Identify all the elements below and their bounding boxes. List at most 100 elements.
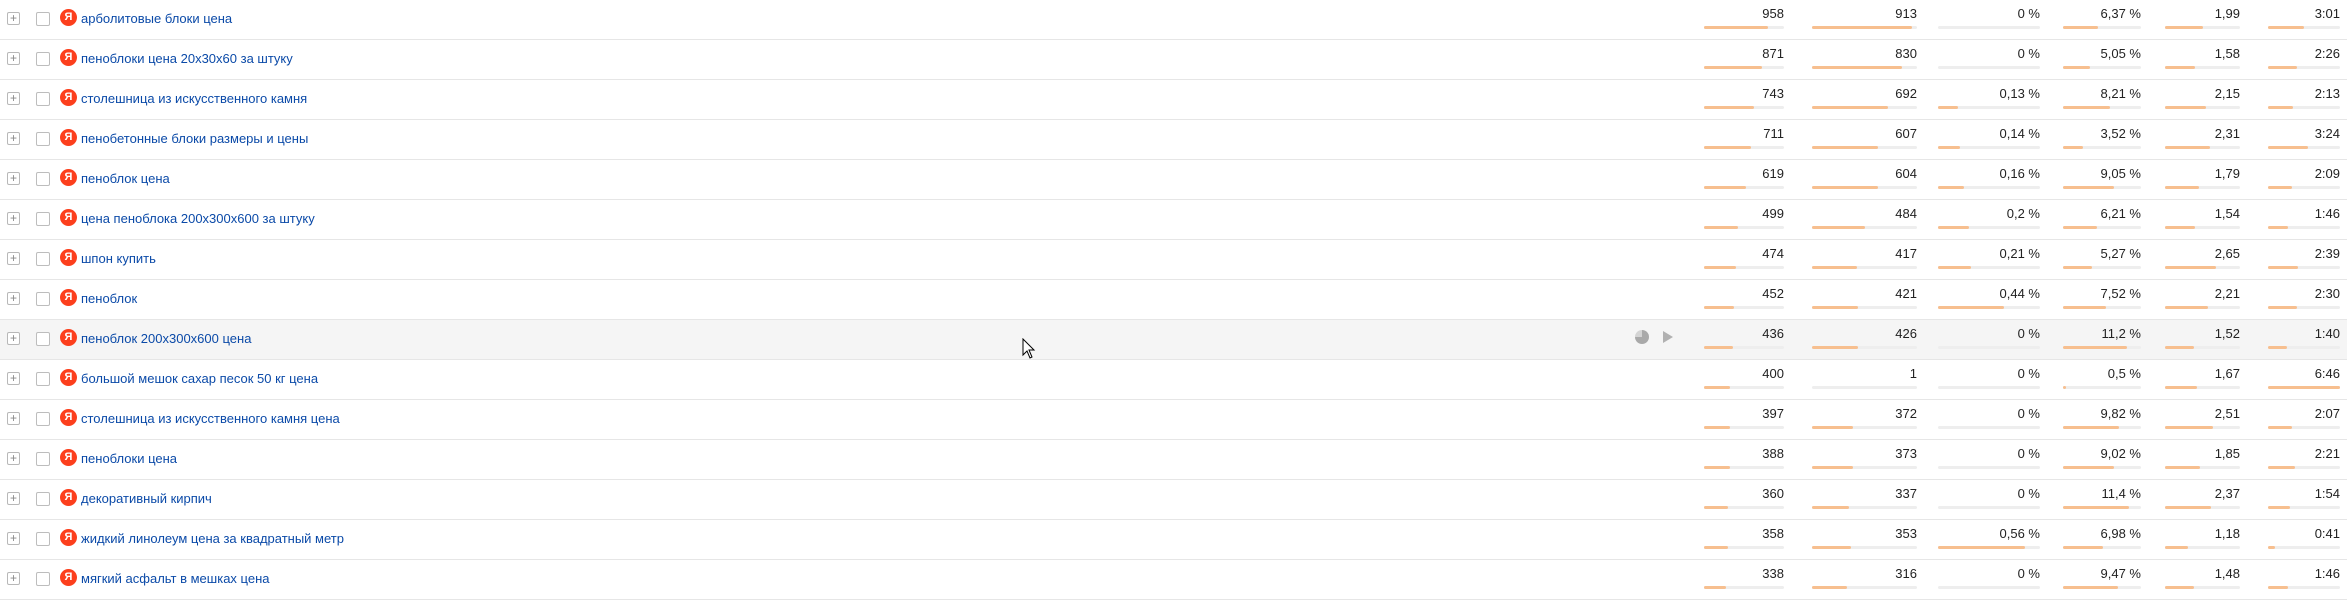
play-icon[interactable] xyxy=(1663,331,1673,343)
col5-bar xyxy=(2165,306,2208,309)
col3-cell: 0 % xyxy=(1938,400,2040,440)
col3-bar xyxy=(1938,226,1969,229)
expand-row-button[interactable]: + xyxy=(7,492,20,505)
col5-value: 1,18 xyxy=(2214,526,2240,541)
table-row[interactable]: + Я мягкий асфальт в мешках цена 338 316… xyxy=(0,560,2347,600)
col5-bar-track xyxy=(2165,586,2240,589)
row-checkbox[interactable] xyxy=(36,292,50,306)
keyword-link[interactable]: цена пеноблока 200х300х600 за штуку xyxy=(81,211,315,226)
expand-row-button[interactable]: + xyxy=(7,52,20,65)
row-checkbox[interactable] xyxy=(36,92,50,106)
col1-cell: 619 xyxy=(1704,160,1784,200)
row-checkbox[interactable] xyxy=(36,372,50,386)
row-checkbox[interactable] xyxy=(36,572,50,586)
table-row[interactable]: + Я пеноблоки цена 20х30х60 за штуку 871… xyxy=(0,40,2347,80)
col1-bar-track xyxy=(1704,186,1784,189)
col3-bar-track xyxy=(1938,266,2040,269)
col3-bar-track xyxy=(1938,546,2040,549)
row-checkbox[interactable] xyxy=(36,532,50,546)
col2-bar-track xyxy=(1812,506,1917,509)
row-checkbox[interactable] xyxy=(36,252,50,266)
row-checkbox[interactable] xyxy=(36,452,50,466)
table-row[interactable]: + Я пеноблок цена 619 604 0,16 % 9,05 % … xyxy=(0,160,2347,200)
col4-bar xyxy=(2063,306,2106,309)
expand-row-button[interactable]: + xyxy=(7,532,20,545)
expand-row-button[interactable]: + xyxy=(7,172,20,185)
row-checkbox[interactable] xyxy=(36,132,50,146)
pie-chart-icon[interactable] xyxy=(1635,330,1649,344)
row-checkbox[interactable] xyxy=(36,212,50,226)
col5-bar-track xyxy=(2165,546,2240,549)
expand-row-button[interactable]: + xyxy=(7,132,20,145)
expand-row-button[interactable]: + xyxy=(7,572,20,585)
col4-value: 9,82 % xyxy=(2100,406,2141,421)
expand-row-button[interactable]: + xyxy=(7,332,20,345)
col3-bar-track xyxy=(1938,346,2040,349)
keyword-link[interactable]: арболитовые блоки цена xyxy=(81,11,232,26)
keyword-link[interactable]: мягкий асфальт в мешках цена xyxy=(81,571,269,586)
row-checkbox[interactable] xyxy=(36,52,50,66)
table-row[interactable]: + Я столешница из искусственного камня 7… xyxy=(0,80,2347,120)
expand-row-button[interactable]: + xyxy=(7,252,20,265)
col6-cell: 1:40 xyxy=(2268,320,2340,360)
col3-bar xyxy=(1938,306,2005,309)
keyword-link[interactable]: столешница из искусственного камня xyxy=(81,91,307,106)
keyword-link[interactable]: жидкий линолеум цена за квадратный метр xyxy=(81,531,344,546)
expand-row-button[interactable]: + xyxy=(7,372,20,385)
expand-row-button[interactable]: + xyxy=(7,92,20,105)
table-row[interactable]: + Я жидкий линолеум цена за квадратный м… xyxy=(0,520,2347,560)
expand-row-button[interactable]: + xyxy=(7,212,20,225)
row-checkbox[interactable] xyxy=(36,492,50,506)
keyword-link[interactable]: столешница из искусственного камня цена xyxy=(81,411,340,426)
table-row[interactable]: + Я большой мешок сахар песок 50 кг цена… xyxy=(0,360,2347,400)
table-row[interactable]: + Я пеноблок 452 421 0,44 % 7,52 % 2,21 … xyxy=(0,280,2347,320)
table-row[interactable]: + Я пеноблок 200х300х600 цена 436 426 0 … xyxy=(0,320,2347,360)
col5-value: 1,48 xyxy=(2214,566,2240,581)
col1-value: 499 xyxy=(1762,206,1784,221)
table-row[interactable]: + Я пенобетонные блоки размеры и цены 71… xyxy=(0,120,2347,160)
yandex-logo-icon: Я xyxy=(60,49,77,66)
keyword-link[interactable]: шпон купить xyxy=(81,251,156,266)
col2-bar-track xyxy=(1812,226,1917,229)
keyword-link[interactable]: пенобетонные блоки размеры и цены xyxy=(81,131,308,146)
keyword-link[interactable]: декоративный кирпич xyxy=(81,491,212,506)
table-row[interactable]: + Я декоративный кирпич 360 337 0 % 11,4… xyxy=(0,480,2347,520)
row-checkbox[interactable] xyxy=(36,332,50,346)
col1-bar xyxy=(1704,306,1735,309)
col4-bar xyxy=(2063,146,2083,149)
col2-value: 316 xyxy=(1895,566,1917,581)
col5-value: 1,54 xyxy=(2214,206,2240,221)
keyword-link[interactable]: пеноблок 200х300х600 цена xyxy=(81,331,251,346)
table-row[interactable]: + Я пеноблоки цена 388 373 0 % 9,02 % 1,… xyxy=(0,440,2347,480)
col5-bar xyxy=(2165,466,2201,469)
table-row[interactable]: + Я цена пеноблока 200х300х600 за штуку … xyxy=(0,200,2347,240)
col3-value: 0 % xyxy=(2017,566,2040,581)
col5-cell: 1,85 xyxy=(2165,440,2240,480)
col4-value: 5,05 % xyxy=(2100,46,2141,61)
col3-cell: 0 % xyxy=(1938,40,2040,80)
expand-row-button[interactable]: + xyxy=(7,292,20,305)
expand-row-button[interactable]: + xyxy=(7,452,20,465)
col4-cell: 6,21 % xyxy=(2063,200,2141,240)
keyword-link[interactable]: пеноблок xyxy=(81,291,137,306)
col4-cell: 8,21 % xyxy=(2063,80,2141,120)
table-row[interactable]: + Я арболитовые блоки цена 958 913 0 % 6… xyxy=(0,0,2347,40)
expand-row-button[interactable]: + xyxy=(7,412,20,425)
keyword-link[interactable]: пеноблоки цена xyxy=(81,451,177,466)
keyword-link[interactable]: пеноблок цена xyxy=(81,171,170,186)
keyword-link[interactable]: пеноблоки цена 20х30х60 за штуку xyxy=(81,51,293,66)
table-row[interactable]: + Я шпон купить 474 417 0,21 % 5,27 % 2,… xyxy=(0,240,2347,280)
table-row[interactable]: + Я столешница из искусственного камня ц… xyxy=(0,400,2347,440)
col5-cell: 1,54 xyxy=(2165,200,2240,240)
keyword-link[interactable]: большой мешок сахар песок 50 кг цена xyxy=(81,371,318,386)
col4-cell: 6,37 % xyxy=(2063,0,2141,40)
row-checkbox[interactable] xyxy=(36,172,50,186)
col6-value: 2:21 xyxy=(2314,446,2340,461)
yandex-logo-icon: Я xyxy=(60,329,77,346)
expand-row-button[interactable]: + xyxy=(7,12,20,25)
col5-bar-track xyxy=(2165,426,2240,429)
row-checkbox[interactable] xyxy=(36,412,50,426)
row-checkbox[interactable] xyxy=(36,12,50,26)
col5-bar-track xyxy=(2165,346,2240,349)
col5-bar-track xyxy=(2165,106,2240,109)
